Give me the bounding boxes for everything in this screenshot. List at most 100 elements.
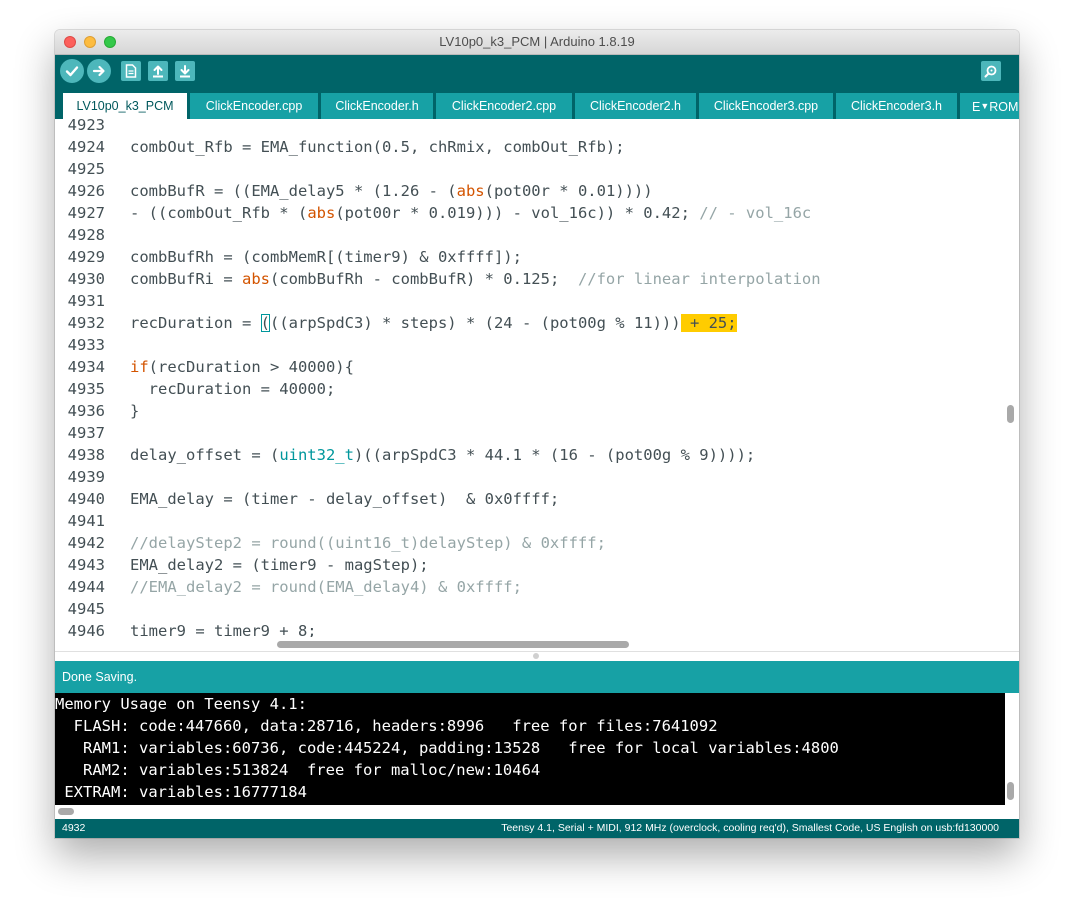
code-text[interactable]: } xyxy=(130,400,139,422)
editor-vertical-scroll-thumb[interactable] xyxy=(1007,405,1014,423)
tab-overflow-label-rom: ROM xyxy=(989,100,1019,114)
code-line[interactable]: 4938 delay_offset = (uint32_t)((arpSpdC3 … xyxy=(55,444,1005,466)
code-line[interactable]: 4925 xyxy=(55,158,1005,180)
line-number: 4926 xyxy=(67,182,105,200)
console-line: EXTRAM: variables:16777184 xyxy=(55,783,307,801)
code-text[interactable]: timer9 = timer9 + 8; xyxy=(130,620,317,637)
code-line[interactable]: 4935 recDuration = 40000; xyxy=(55,378,1005,400)
code-text[interactable]: combOut_Rfb = EMA_function(0.5, chRmix, … xyxy=(130,136,625,158)
code-text[interactable]: EMA_delay2 = (timer9 - magStep); xyxy=(130,554,429,576)
split-pane-grip[interactable] xyxy=(533,653,539,659)
line-number: 4933 xyxy=(67,336,105,354)
serial-monitor-button[interactable] xyxy=(981,61,1001,81)
code-line[interactable]: 4929 combBufRh = (combMemR[(timer9) & 0xf… xyxy=(55,246,1005,268)
arrow-right-icon xyxy=(92,65,105,77)
editor-vertical-scrollbar[interactable] xyxy=(1005,119,1019,637)
code-line[interactable]: 4926 combBufR = ((EMA_delay5 * (1.26 - (a… xyxy=(55,180,1005,202)
console-vertical-scroll-thumb[interactable] xyxy=(1007,782,1014,800)
code-line[interactable]: 4924 combOut_Rfb = EMA_function(0.5, chRm… xyxy=(55,136,1005,158)
code-text[interactable]: delay_offset = (uint32_t)((arpSpdC3 * 44… xyxy=(130,444,755,466)
zoom-window-button[interactable] xyxy=(104,36,116,48)
code-line[interactable]: 4943 EMA_delay2 = (timer9 - magStep); xyxy=(55,554,1005,576)
minimize-window-button[interactable] xyxy=(84,36,96,48)
console-horizontal-scroll-thumb[interactable] xyxy=(58,808,74,815)
save-sketch-button[interactable] xyxy=(175,61,195,81)
code-line[interactable]: 4945 xyxy=(55,598,1005,620)
console-line: Memory Usage on Teensy 4.1: xyxy=(55,695,307,713)
code-line[interactable]: 4940 EMA_delay = (timer - delay_offset) &… xyxy=(55,488,1005,510)
new-file-icon xyxy=(125,64,137,78)
check-icon xyxy=(65,66,79,77)
line-number: 4925 xyxy=(67,160,105,178)
line-number: 4943 xyxy=(67,556,105,574)
code-line[interactable]: 4944 //EMA_delay2 = round(EMA_delay4) & 0… xyxy=(55,576,1005,598)
tab-clickencoder2-cpp[interactable]: ClickEncoder2.cpp xyxy=(436,93,572,119)
code-line[interactable]: 4939 xyxy=(55,466,1005,488)
line-number: 4923 xyxy=(67,119,105,134)
tab-clickencoder2-h[interactable]: ClickEncoder2.h xyxy=(575,93,696,119)
code-text[interactable]: //delayStep2 = round((uint16_t)delayStep… xyxy=(130,532,606,554)
triangle-down-icon[interactable]: ▼ xyxy=(980,101,989,111)
tab-bar: LV10p0_k3_PCM ClickEncoder.cpp ClickEnco… xyxy=(55,91,1019,119)
tab-overflow[interactable]: E▼ROM xyxy=(960,93,1019,119)
tab-clickencoder3-h[interactable]: ClickEncoder3.h xyxy=(836,93,957,119)
line-number: 4934 xyxy=(67,358,105,376)
code-text[interactable]: if(recDuration > 40000){ xyxy=(130,356,354,378)
line-number: 4940 xyxy=(67,490,105,508)
code-text[interactable]: //EMA_delay2 = round(EMA_delay4) & 0xfff… xyxy=(130,576,522,598)
code-text[interactable]: combBufRi = abs(combBufRh - combBufR) * … xyxy=(130,268,821,290)
code-line[interactable]: 4933 xyxy=(55,334,1005,356)
editor-horizontal-scroll-thumb[interactable] xyxy=(277,641,629,648)
line-number: 4942 xyxy=(67,534,105,552)
code-text[interactable]: EMA_delay = (timer - delay_offset) & 0x0… xyxy=(130,488,559,510)
code-text[interactable]: - ((combOut_Rfb * (abs(pot00r * 0.019)))… xyxy=(130,202,811,224)
arduino-ide-window: LV10p0_k3_PCM | Arduino 1.8.19 LV10p0_k3… xyxy=(55,30,1019,838)
code-line[interactable]: 4927 - ((combOut_Rfb * (abs(pot00r * 0.01… xyxy=(55,202,1005,224)
console-horizontal-scrollbar[interactable] xyxy=(55,805,1019,819)
line-number: 4932 xyxy=(67,314,105,332)
tab-clickencoder-cpp[interactable]: ClickEncoder.cpp xyxy=(190,93,318,119)
line-number: 4931 xyxy=(67,292,105,310)
line-number: 4928 xyxy=(67,226,105,244)
arrow-up-icon xyxy=(153,65,163,78)
status-message: Done Saving. xyxy=(62,670,138,684)
code-line[interactable]: 4932 recDuration = (((arpSpdC3) * steps) … xyxy=(55,312,1005,334)
code-line[interactable]: 4934 if(recDuration > 40000){ xyxy=(55,356,1005,378)
code-text[interactable]: recDuration = (((arpSpdC3) * steps) * (2… xyxy=(130,312,737,334)
code-line[interactable]: 4923 xyxy=(55,119,1005,136)
line-number: 4924 xyxy=(67,138,105,156)
board-info: Teensy 4.1, Serial + MIDI, 912 MHz (over… xyxy=(501,822,999,834)
tab-lv10p0-k3-pcm[interactable]: LV10p0_k3_PCM xyxy=(63,93,187,119)
title-bar: LV10p0_k3_PCM | Arduino 1.8.19 xyxy=(55,30,1019,55)
line-number: 4929 xyxy=(67,248,105,266)
code-line[interactable]: 4930 combBufRi = abs(combBufRh - combBufR… xyxy=(55,268,1005,290)
code-text[interactable]: recDuration = 40000; xyxy=(130,378,336,400)
code-line[interactable]: 4937 xyxy=(55,422,1005,444)
code-line[interactable]: 4941 xyxy=(55,510,1005,532)
upload-button[interactable] xyxy=(87,59,111,83)
new-sketch-button[interactable] xyxy=(121,61,141,81)
code-editor[interactable]: 4923 4924 combOut_Rfb = EMA_function(0.5, … xyxy=(55,119,1005,637)
code-line[interactable]: 4942 //delayStep2 = round((uint16_t)delay… xyxy=(55,532,1005,554)
code-line[interactable]: 4928 xyxy=(55,224,1005,246)
open-sketch-button[interactable] xyxy=(148,61,168,81)
code-line[interactable]: 4931 xyxy=(55,290,1005,312)
magnifier-icon xyxy=(984,65,997,78)
line-number: 4936 xyxy=(67,402,105,420)
code-text[interactable]: combBufRh = (combMemR[(timer9) & 0xffff]… xyxy=(130,246,522,268)
code-text[interactable]: combBufR = ((EMA_delay5 * (1.26 - (abs(p… xyxy=(130,180,653,202)
footer-bar: 4932 Teensy 4.1, Serial + MIDI, 912 MHz … xyxy=(55,819,1019,838)
line-number: 4945 xyxy=(67,600,105,618)
verify-button[interactable] xyxy=(60,59,84,83)
close-window-button[interactable] xyxy=(64,36,76,48)
current-line-number: 4932 xyxy=(62,822,86,834)
code-line[interactable]: 4936} xyxy=(55,400,1005,422)
line-number: 4938 xyxy=(67,446,105,464)
code-line[interactable]: 4946 timer9 = timer9 + 8; xyxy=(55,620,1005,637)
console-line: RAM2: variables:513824 free for malloc/n… xyxy=(55,761,541,779)
tab-clickencoder3-cpp[interactable]: ClickEncoder3.cpp xyxy=(699,93,833,119)
tab-clickencoder-h[interactable]: ClickEncoder.h xyxy=(321,93,433,119)
output-console[interactable]: Memory Usage on Teensy 4.1: FLASH: code:… xyxy=(55,693,1005,805)
line-number: 4941 xyxy=(67,512,105,530)
line-number: 4930 xyxy=(67,270,105,288)
